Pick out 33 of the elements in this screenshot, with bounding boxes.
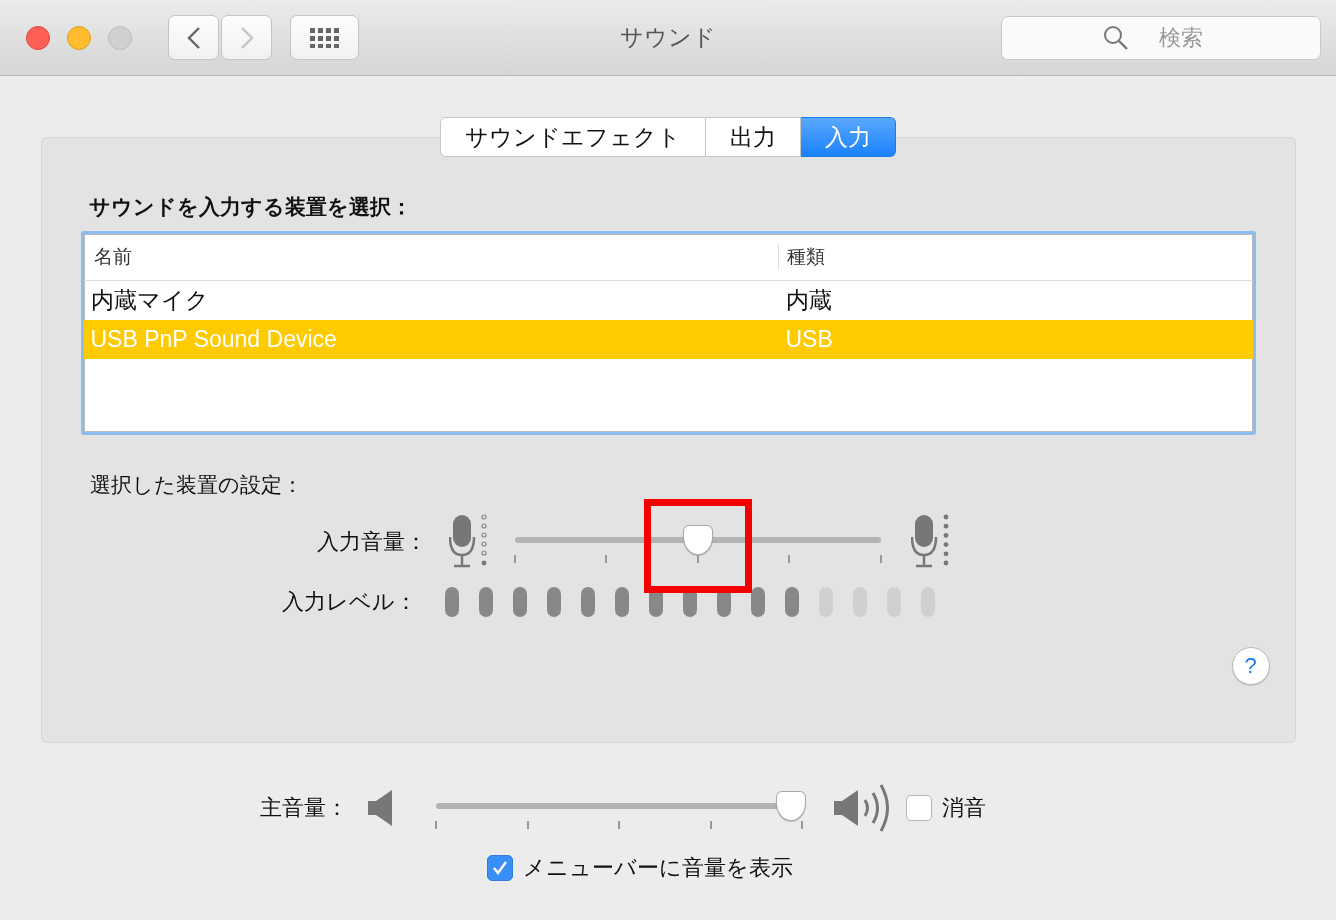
back-button[interactable] bbox=[168, 15, 219, 60]
search-field[interactable]: 検索 bbox=[1001, 15, 1321, 60]
chevron-left-icon bbox=[186, 25, 201, 50]
help-button[interactable]: ? bbox=[1231, 647, 1270, 685]
settings-heading: 選択した装置の設定： bbox=[89, 472, 304, 498]
menu-bar-checkbox[interactable] bbox=[487, 855, 513, 881]
tab[interactable]: サウンドエフェクト bbox=[440, 117, 706, 157]
close-button[interactable] bbox=[26, 25, 50, 50]
grid-icon bbox=[309, 27, 340, 48]
slider-thumb[interactable] bbox=[682, 525, 713, 555]
show-all-button[interactable] bbox=[290, 15, 359, 60]
table-cell-text: USB PnP Sound Device bbox=[89, 326, 338, 353]
device-heading: サウンドを入力する装置を選択： bbox=[88, 194, 413, 220]
table-cell-text: 内蔵 bbox=[784, 286, 833, 315]
mute-label: 消音 bbox=[942, 794, 986, 822]
input-volume-label: 入力音量： bbox=[315, 528, 428, 556]
zoom-button[interactable] bbox=[108, 25, 132, 50]
column-header[interactable]: 名前 bbox=[83, 244, 778, 270]
slider-thumb[interactable] bbox=[776, 791, 806, 821]
mute-checkbox[interactable] bbox=[906, 795, 932, 821]
window-title: サウンド bbox=[620, 23, 716, 52]
search-icon bbox=[1103, 24, 1129, 51]
menu-bar-label: メニューバーに音量を表示 bbox=[523, 854, 793, 882]
device-row[interactable]: 内蔵マイク 内蔵 bbox=[83, 281, 1253, 320]
tab[interactable]: 出力 bbox=[706, 117, 801, 157]
table-cell-text: 内蔵マイク bbox=[89, 286, 210, 315]
minimize-button[interactable] bbox=[67, 25, 91, 50]
checkmark-icon bbox=[491, 859, 509, 877]
table-cell-text: USB bbox=[784, 326, 834, 353]
master-volume-label: 主音量： bbox=[260, 794, 349, 822]
column-header[interactable]: 種類 bbox=[777, 244, 1253, 270]
input-level-label: 入力レベル： bbox=[280, 588, 418, 616]
chevron-right-icon bbox=[239, 25, 254, 50]
